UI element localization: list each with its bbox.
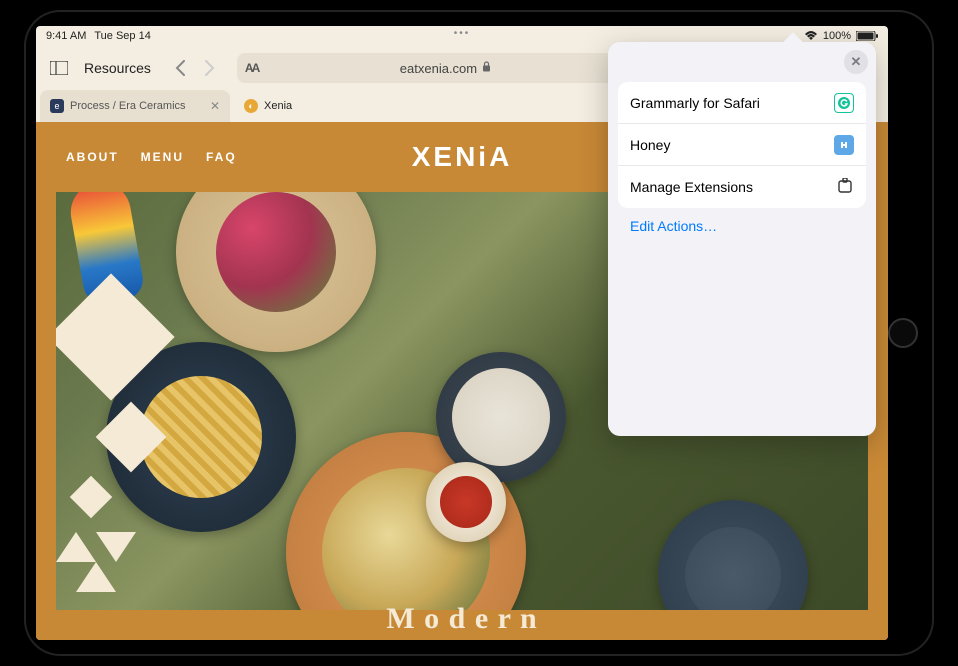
status-time: 9:41 AM	[46, 30, 86, 42]
manage-extensions-label: Manage Extensions	[630, 179, 753, 195]
food-plate	[176, 192, 376, 352]
wifi-icon	[804, 31, 818, 41]
text-size-button[interactable]: AA	[245, 61, 258, 75]
favicon-icon: e	[50, 99, 64, 113]
forward-button	[195, 53, 225, 83]
extension-honey[interactable]: Honey	[618, 124, 866, 166]
url-text: eatxenia.com	[400, 61, 477, 76]
edit-actions-link[interactable]: Edit Actions…	[618, 218, 866, 234]
extensions-list: Grammarly for Safari Honey Manage Extens…	[618, 82, 866, 208]
sidebar-toggle-icon[interactable]	[44, 53, 74, 83]
puzzle-icon	[836, 178, 854, 196]
close-tab-icon[interactable]: ✕	[210, 99, 220, 113]
back-button[interactable]	[165, 53, 195, 83]
status-date: Tue Sep 14	[94, 30, 150, 42]
honey-icon	[834, 135, 854, 155]
sidebar-label[interactable]: Resources	[80, 60, 155, 76]
multitask-indicator[interactable]: •••	[454, 28, 471, 39]
tab-xenia[interactable]: ◐ Xenia	[234, 90, 424, 122]
grammarly-icon	[834, 93, 854, 113]
tab-label: Xenia	[264, 100, 292, 112]
close-popover-button[interactable]: ✕	[844, 50, 868, 74]
favicon-icon: ◐	[244, 99, 258, 113]
food-plate	[106, 342, 296, 532]
extension-grammarly[interactable]: Grammarly for Safari	[618, 82, 866, 124]
manage-extensions[interactable]: Manage Extensions	[618, 166, 866, 208]
nav-about[interactable]: ABOUT	[66, 150, 119, 164]
battery-percent: 100%	[823, 30, 851, 42]
tab-label: Process / Era Ceramics	[70, 100, 186, 112]
lock-icon	[482, 61, 491, 75]
battery-icon	[856, 31, 878, 41]
tab-era-ceramics[interactable]: e Process / Era Ceramics ✕	[40, 90, 230, 122]
hero-tagline: M o d e r n	[386, 602, 537, 636]
nav-faq[interactable]: FAQ	[206, 150, 237, 164]
nav-menu[interactable]: MENU	[141, 150, 184, 164]
extension-label: Honey	[630, 137, 670, 153]
extensions-popover: ✕ Grammarly for Safari Honey Manage Exte…	[608, 42, 876, 436]
extension-label: Grammarly for Safari	[630, 95, 760, 111]
home-button[interactable]	[888, 318, 918, 348]
food-plate	[426, 462, 506, 542]
food-plate	[658, 500, 808, 610]
address-bar[interactable]: AA eatxenia.com	[237, 53, 654, 83]
site-logo[interactable]: XENiA	[412, 141, 513, 173]
decorative-parrot	[66, 192, 146, 306]
